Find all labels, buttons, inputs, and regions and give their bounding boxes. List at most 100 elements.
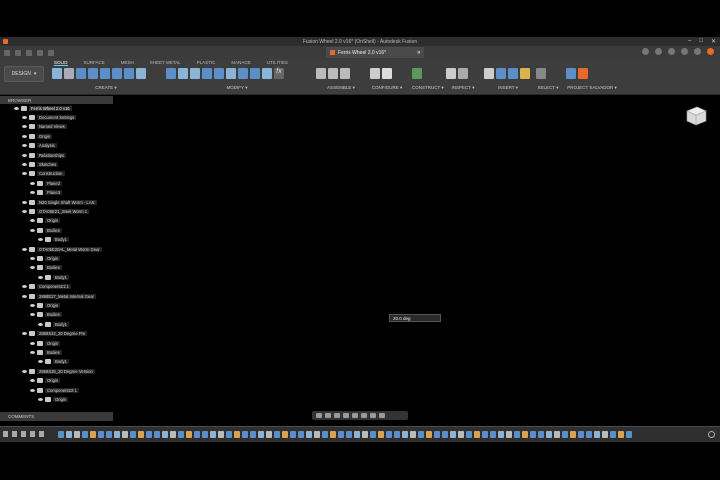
timeline-feature-icon[interactable] [90,431,96,438]
interference-icon[interactable] [458,68,468,79]
browser-item[interactable]: Document Settings [22,113,77,121]
construct-group[interactable]: CONSTRUCT ▾ [412,68,444,92]
fillet-icon[interactable] [178,68,188,79]
browser-item[interactable]: Body1 [38,358,69,366]
tab-surface[interactable]: SURFACE [84,60,105,66]
inspect-group[interactable]: INSPECT ▾ [446,68,480,92]
timeline-feature-icon[interactable] [218,431,224,438]
new-tab-icon[interactable] [642,48,649,55]
browser-item[interactable]: Body1 [38,273,69,281]
timeline-features[interactable] [58,431,653,439]
rigid-group-icon[interactable] [340,68,350,79]
browser-item[interactable]: Origin [38,395,69,403]
timeline-feature-icon[interactable] [170,431,176,438]
timeline-feature-icon[interactable] [594,431,600,438]
timeline-feature-icon[interactable] [146,431,152,438]
visibility-eye-icon[interactable] [22,209,27,213]
visibility-eye-icon[interactable] [30,303,35,307]
undo-icon[interactable] [37,49,43,56]
browser-item[interactable]: Component21:1 [22,283,71,291]
sketch-icon[interactable] [64,68,74,79]
timeline-feature-icon[interactable] [626,431,632,438]
timeline-feature-icon[interactable] [282,431,288,438]
as-built-joint-icon[interactable] [328,68,338,79]
browser-item[interactable]: Named Views [22,123,67,131]
combine-icon[interactable] [214,68,224,79]
visibility-eye-icon[interactable] [38,238,43,242]
decal-icon[interactable] [508,68,518,79]
delete-icon[interactable] [262,68,272,79]
timeline-feature-icon[interactable] [250,431,256,438]
orbit-icon[interactable] [316,413,322,418]
visibility-eye-icon[interactable] [38,322,43,326]
browser-item[interactable]: Origin [30,217,61,225]
timeline-feature-icon[interactable] [314,431,320,438]
browser-item[interactable]: Ferris Wheel 2.0 v16 [14,104,72,112]
timeline-feature-icon[interactable] [266,431,272,438]
table-icon[interactable] [382,68,392,79]
timeline-feature-icon[interactable] [258,431,264,438]
timeline-settings-icon[interactable] [708,431,715,438]
visibility-eye-icon[interactable] [14,106,19,110]
timeline-feature-icon[interactable] [498,431,504,438]
visibility-eye-icon[interactable] [38,360,43,364]
timeline-feature-icon[interactable] [298,431,304,438]
timeline-feature-icon[interactable] [98,431,104,438]
configure-group[interactable]: CONFIGURE ▾ [370,68,404,92]
assemble-group[interactable]: ASSEMBLE ▾ [316,68,366,92]
move-icon[interactable] [238,68,248,79]
offset-plane-icon[interactable] [412,68,422,79]
browser-item[interactable]: Origin [30,301,61,309]
new-component-icon[interactable] [52,68,62,79]
timeline-feature-icon[interactable] [178,431,184,438]
timeline-feature-icon[interactable] [362,431,368,438]
go-to-end-icon[interactable] [39,431,44,437]
visibility-eye-icon[interactable] [30,341,35,345]
revolve-icon[interactable] [88,68,98,79]
measure-icon[interactable] [446,68,456,79]
timeline-feature-icon[interactable] [490,431,496,438]
step-back-icon[interactable] [12,431,17,437]
timeline-feature-icon[interactable] [402,431,408,438]
visibility-eye-icon[interactable] [30,228,35,232]
timeline-feature-icon[interactable] [122,431,128,438]
timeline-feature-icon[interactable] [354,431,360,438]
align-icon[interactable] [250,68,260,79]
timeline-feature-icon[interactable] [58,431,64,438]
timeline-feature-icon[interactable] [410,431,416,438]
go-to-start-icon[interactable] [3,431,8,437]
browser-item[interactable]: N20 Single Shaft Worm - LAS: [22,198,98,206]
salvador-tool-icon[interactable] [578,68,588,79]
visibility-eye-icon[interactable] [22,115,27,119]
timeline-feature-icon[interactable] [514,431,520,438]
tab-sheet-metal[interactable]: SHEET METAL [150,60,181,66]
browser-item[interactable]: Bodies [30,348,62,356]
fit-icon[interactable] [352,413,358,418]
close-tab-icon[interactable]: ✕ [417,50,421,56]
timeline-feature-icon[interactable] [450,431,456,438]
timeline-feature-icon[interactable] [554,431,560,438]
data-panel-icon[interactable] [4,49,10,56]
browser-item[interactable]: Body1 [38,236,69,244]
visibility-eye-icon[interactable] [30,256,35,260]
insert-derive-icon[interactable] [484,68,494,79]
account-avatar[interactable] [707,48,714,55]
select-icon[interactable] [536,68,546,79]
timeline-feature-icon[interactable] [418,431,424,438]
browser-item[interactable]: GTA05E21_Steel Worm:1 [22,207,90,215]
chamfer-icon[interactable] [190,68,200,79]
file-menu-icon[interactable] [15,49,21,56]
visibility-eye-icon[interactable] [30,313,35,317]
timeline-feature-icon[interactable] [538,431,544,438]
create-group[interactable]: CREATE ▾ [52,68,160,92]
grid-settings-icon[interactable] [370,413,376,418]
viewports-icon[interactable] [379,413,385,418]
tab-plastic[interactable]: PLASTIC [197,60,216,66]
maximize-button[interactable]: □ [699,38,703,45]
timeline-feature-icon[interactable] [162,431,168,438]
timeline-feature-icon[interactable] [322,431,328,438]
timeline-feature-icon[interactable] [74,431,80,438]
visibility-eye-icon[interactable] [22,247,27,251]
visibility-eye-icon[interactable] [38,397,43,401]
document-tab[interactable]: Ferris Wheel 2.0 v16* ✕ [326,47,424,58]
